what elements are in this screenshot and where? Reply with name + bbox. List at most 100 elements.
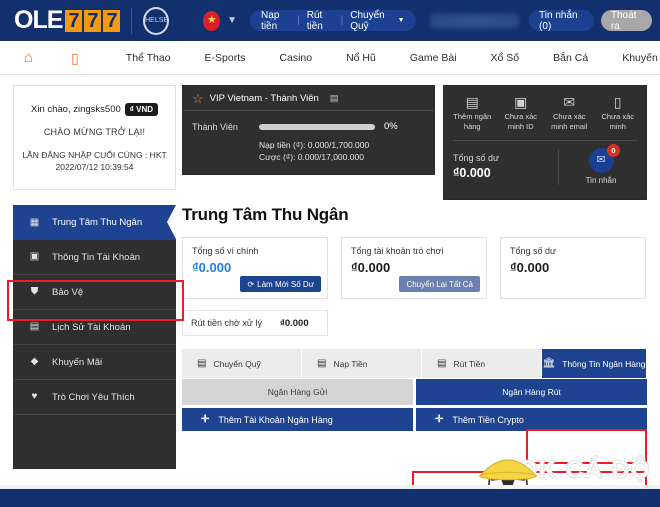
cashier-tabs: ▤ Chuyển Quỹ ▤ Nạp Tiền ▤ Rút Tiền 🏛 Thô… bbox=[182, 349, 647, 378]
vip-title: VIP Vietnam - Thành Viên bbox=[209, 92, 319, 104]
nav-item-the-thao[interactable]: Thể Thao bbox=[109, 52, 188, 64]
logo-divider bbox=[131, 7, 133, 34]
header-link-withdraw[interactable]: Rút tiền bbox=[307, 10, 334, 32]
header-nav-pill[interactable]: Nạp tiền | Rút tiền | Chuyển Quỹ ▼ bbox=[250, 10, 416, 32]
chevron-down-icon[interactable]: ▼ bbox=[227, 15, 237, 26]
welcome-text: CHÀO MỪNG TRỞ LẠI! bbox=[43, 127, 146, 137]
tab-label: Rút Tiền bbox=[453, 358, 486, 369]
nav-item-esports[interactable]: E-Sports bbox=[188, 52, 263, 64]
nav-item-game-bai[interactable]: Game Bài bbox=[393, 52, 474, 64]
page-body: Xin chào, zingsks500 ₫ VND CHÀO MỪNG TRỞ… bbox=[0, 75, 660, 507]
verify-label: Chưa xác minh ID bbox=[504, 112, 538, 132]
card-main-wallet: Tổng số ví chính ₫0.000 ⟳ Làm Mới Số Dư bbox=[182, 237, 328, 299]
document-icon: ▤ bbox=[29, 321, 40, 332]
logo-text: OLE bbox=[14, 6, 63, 34]
subtab-withdraw-bank[interactable]: Ngân Hàng Rút bbox=[416, 379, 647, 405]
card-game-accounts: Tổng tài khoản trò chơi ₫0.000 Chuyển Lạ… bbox=[341, 237, 487, 299]
add-bank-account-button[interactable]: ✛ Thêm Tài Khoản Ngân Hàng bbox=[182, 408, 413, 431]
balance-and-messages: Tổng số dư ₫0.000 ✉ 0 Tin nhắn bbox=[444, 141, 646, 185]
vietnam-flag-icon[interactable]: ★ bbox=[203, 10, 221, 31]
verify-item-bank[interactable]: ▤ Thêm ngân hàng bbox=[448, 95, 497, 132]
verify-item-email[interactable]: ✉ Chưa xác minh email bbox=[545, 95, 594, 132]
home-icon[interactable]: ⌂ bbox=[24, 50, 33, 65]
bottom-bar bbox=[0, 489, 660, 507]
refresh-balance-button[interactable]: ⟳ Làm Mới Số Dư bbox=[240, 276, 321, 292]
sidebar-item-label: Lịch Sử Tài Khoản bbox=[52, 321, 131, 333]
subtab-deposit-bank[interactable]: Ngân Hàng Gửi bbox=[182, 379, 413, 405]
grid-icon: ▦ bbox=[29, 216, 40, 228]
main-navigation: ⌂ ▯ Thể Thao E-Sports Casino Nổ Hũ Game … bbox=[0, 41, 660, 75]
button-label: Thêm Tài Khoản Ngân Hàng bbox=[218, 414, 333, 425]
message-count-badge: 0 bbox=[607, 144, 620, 158]
verify-label: Chưa xác minh email bbox=[551, 112, 588, 132]
tab-bank-info[interactable]: 🏛 Thông Tin Ngân Hàng bbox=[542, 349, 647, 378]
pending-value: ₫0.000 bbox=[279, 317, 309, 329]
vip-panel: ☆ VIP Vietnam - Thành Viên ▤ Thành Viên … bbox=[182, 85, 435, 175]
last-login-label: LẦN ĐĂNG NHẬP CUỐI CÙNG : HKT bbox=[22, 150, 167, 160]
chelsea-crest-icon: CHELSEA bbox=[143, 6, 170, 35]
caret-down-icon[interactable]: ▼ bbox=[398, 17, 405, 24]
nav-item-khuyen-mai[interactable]: Khuyến Mãi bbox=[605, 52, 660, 64]
sidebar-item-label: Thông Tin Tài Khoản bbox=[52, 251, 141, 263]
total-balance-value: ₫0.000 bbox=[453, 166, 491, 181]
verify-item-id[interactable]: ▣ Chưa xác minh ID bbox=[497, 95, 546, 132]
balance-cards: Tổng số ví chính ₫0.000 ⟳ Làm Mới Số Dư … bbox=[182, 237, 647, 299]
redacted-balance-area bbox=[429, 13, 520, 28]
site-logo[interactable]: OLE 7 7 7 CHELSEA bbox=[0, 6, 170, 35]
verify-label: Chưa xác minh bbox=[601, 112, 635, 132]
separator: | bbox=[340, 15, 344, 26]
envelope-icon: ✉ bbox=[563, 94, 576, 110]
messages-button[interactable]: Tin nhắn (0) bbox=[529, 10, 594, 32]
nav-item-no-hu[interactable]: Nổ Hũ bbox=[329, 52, 393, 64]
plus-icon: ✛ bbox=[201, 414, 210, 425]
sidebar-item-security[interactable]: ⛊ Bảo Vệ bbox=[13, 275, 176, 310]
refresh-icon: ⟳ bbox=[247, 279, 255, 289]
card-label: Tổng số ví chính bbox=[192, 246, 259, 256]
header-link-transfer[interactable]: Chuyển Quỹ bbox=[350, 10, 393, 32]
verification-panel: ▤ Thêm ngân hàng ▣ Chưa xác minh ID ✉ Ch… bbox=[443, 85, 647, 200]
logo-digit: 7 bbox=[84, 9, 102, 32]
total-balance-block: Tổng số dư ₫0.000 bbox=[453, 153, 552, 180]
vip-level-label: Thành Viên bbox=[192, 121, 238, 132]
highlight-box-bank-info bbox=[526, 429, 647, 464]
nav-item-casino[interactable]: Casino bbox=[262, 52, 329, 64]
tab-withdraw[interactable]: ▤ Rút Tiền bbox=[422, 349, 542, 378]
verify-item-phone[interactable]: ▯ Chưa xác minh bbox=[594, 95, 643, 132]
logo-digit: 7 bbox=[103, 9, 121, 32]
bank-icon: 🏛 bbox=[542, 357, 556, 369]
transfer-all-back-button[interactable]: Chuyển Lại Tất Cả bbox=[399, 276, 480, 292]
greeting-line: Xin chào, zingsks500 ₫ VND bbox=[31, 103, 158, 116]
sidebar-item-promotions[interactable]: ◆ Khuyến Mãi bbox=[13, 345, 176, 380]
card-label: Tổng tài khoản trò chơi bbox=[351, 246, 444, 256]
page-title: Trung Tâm Thu Ngân bbox=[182, 205, 349, 224]
bank-card-icon: ▤ bbox=[465, 94, 479, 110]
nav-items: Thể Thao E-Sports Casino Nổ Hũ Game Bài … bbox=[109, 52, 660, 64]
sidebar-item-history[interactable]: ▤ Lịch Sử Tài Khoản bbox=[13, 310, 176, 345]
top-header-bar: OLE 7 7 7 CHELSEA ★ ▼ Nạp tiền | Rút tiề… bbox=[0, 0, 660, 41]
sidebar-item-favorites[interactable]: ♥ Trò Chơi Yêu Thích bbox=[13, 380, 176, 415]
total-balance-label: Tổng số dư bbox=[453, 153, 500, 164]
mobile-phone-icon: ▯ bbox=[613, 94, 622, 110]
tab-deposit[interactable]: ▤ Nạp Tiền bbox=[302, 349, 422, 378]
account-sidebar: ▦ Trung Tâm Thu Ngân ▣ Thông Tin Tài Kho… bbox=[13, 205, 176, 469]
tab-label: Chuyển Quỹ bbox=[213, 358, 261, 369]
tab-transfer-funds[interactable]: ▤ Chuyển Quỹ bbox=[182, 349, 302, 378]
messages-widget[interactable]: ✉ 0 Tin nhắn bbox=[565, 144, 637, 185]
header-link-deposit[interactable]: Nạp tiền bbox=[261, 10, 290, 32]
add-crypto-button[interactable]: ✛ Thêm Tiền Crypto bbox=[416, 408, 647, 431]
sidebar-item-account-info[interactable]: ▣ Thông Tin Tài Khoản bbox=[13, 240, 176, 275]
card-value: ₫0.000 bbox=[192, 260, 232, 275]
nav-item-xo-so[interactable]: Xổ Số bbox=[474, 52, 537, 64]
calendar-icon[interactable]: ▤ bbox=[330, 93, 339, 104]
app-window: OLE 7 7 7 CHELSEA ★ ▼ Nạp tiền | Rút tiề… bbox=[0, 0, 660, 507]
vip-body: Thành Viên 0% Nạp tiền (₫): 0.000/1,700.… bbox=[183, 111, 434, 164]
mobile-phone-icon[interactable]: ▯ bbox=[71, 51, 79, 65]
sidebar-item-cashier[interactable]: ▦ Trung Tâm Thu Ngân bbox=[13, 205, 176, 240]
pending-withdrawal-row: Rút tiền chờ xử lý ₫0.000 bbox=[182, 310, 328, 336]
shield-icon: ⛊ bbox=[30, 286, 39, 297]
heart-icon: ♥ bbox=[31, 391, 38, 402]
logout-button[interactable]: Thoát ra bbox=[600, 10, 653, 32]
card-total-balance: Tổng số dư ₫0.000 bbox=[500, 237, 646, 299]
nav-item-ban-ca[interactable]: Bắn Cá bbox=[536, 52, 605, 64]
card-value: ₫0.000 bbox=[351, 260, 391, 275]
